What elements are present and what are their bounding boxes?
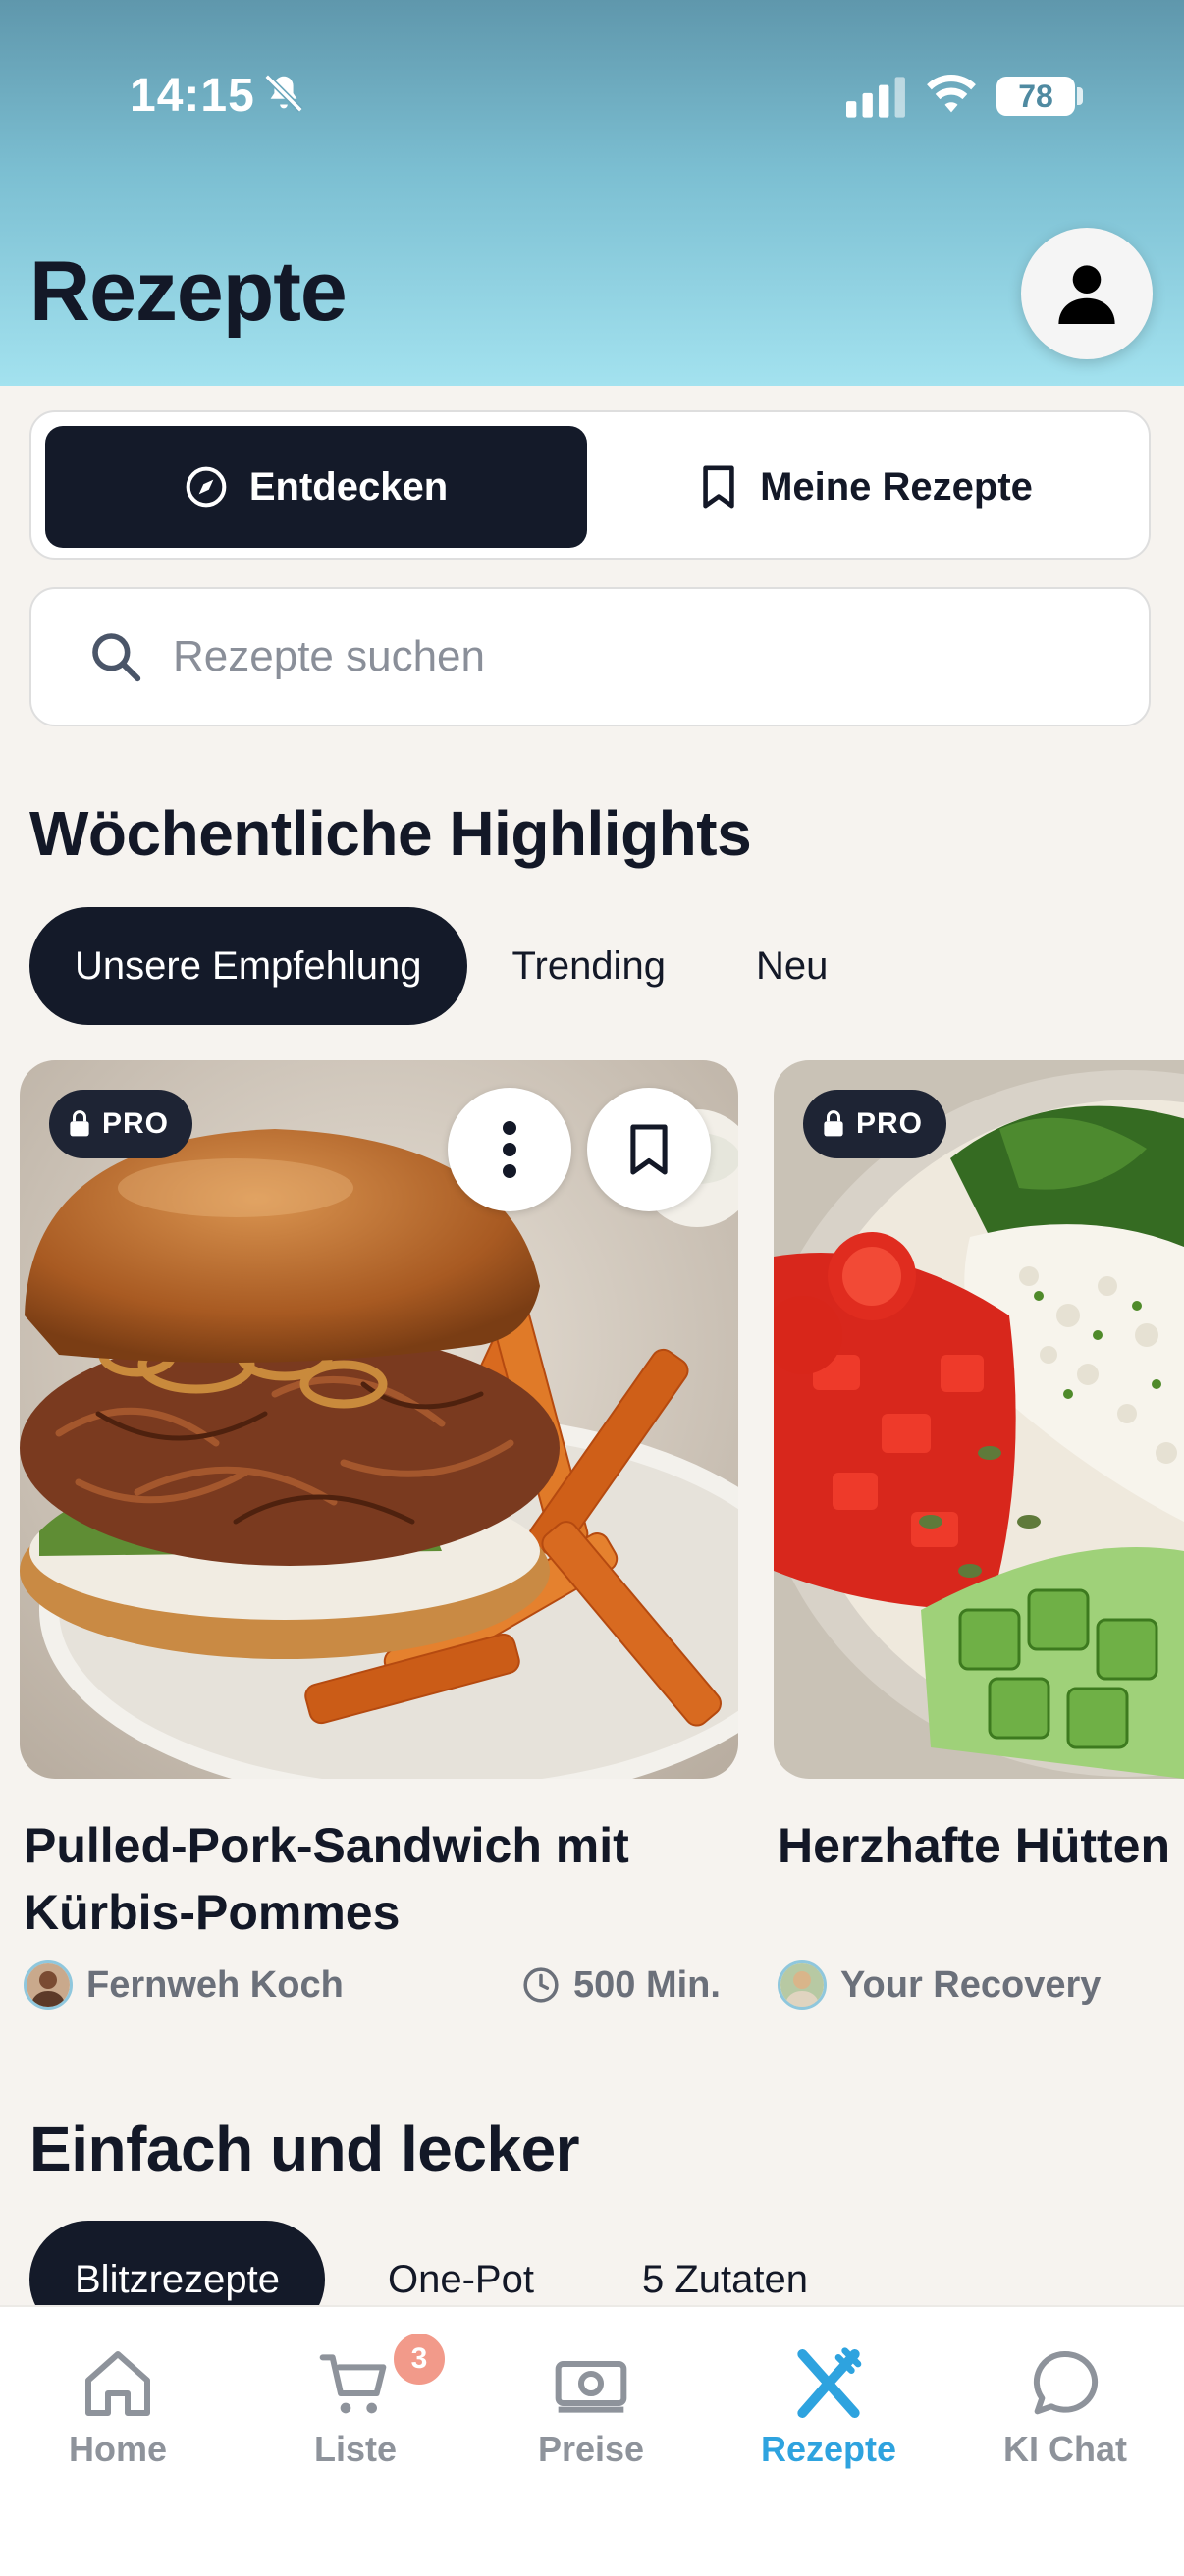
duration-label: 500 Min. [573,1963,721,2006]
author-avatar-image [780,1963,824,2007]
lock-icon [70,1110,89,1137]
tab-discover-label: Entdecken [248,464,449,509]
page-title: Rezepte [29,244,348,339]
view-toggle: Entdecken Meine Rezepte [29,410,1151,560]
chat-bubble-icon [1033,2350,1099,2415]
nav-prices-label: Preise [537,2429,645,2469]
salad-bowl-image [774,1060,1184,1779]
recipe-title-line: Herzhafte Hütten [778,1818,1171,1873]
recipe-title-line: Kürbis-Pommes [24,1885,401,1940]
pro-badge: PRO [49,1090,193,1158]
cart-icon [319,2354,387,2414]
author-name: Your Recovery [840,1963,1102,2006]
nav-home-label: Home [68,2429,168,2469]
search-input[interactable] [171,631,1058,682]
more-options-button[interactable] [448,1088,571,1211]
user-icon [1058,265,1115,324]
clock-icon [523,1967,559,2003]
highlights-title: Wöchentliche Highlights [29,798,752,869]
nav-ai-chat[interactable]: KI Chat [967,2344,1163,2470]
recipe-duration: 500 Min. [522,1959,721,2011]
profile-button[interactable] [1021,228,1153,359]
highlights-tabs: Unsere Empfehlung Trending Neu [29,907,873,1025]
bottom-navigation: Home Liste 3 Preise Rezepte KI Chat [0,2305,1184,2576]
battery-level: 78 [1018,78,1053,114]
easy-section-title: Einfach und lecker [29,2114,580,2184]
pro-badge-label: PRO [856,1107,924,1140]
recipe-author[interactable]: Fernweh Koch [24,1959,344,2011]
tab-my-recipes-label: Meine Rezepte [760,464,1033,509]
status-time: 14:15 [130,70,255,122]
recipe-title-line: Pulled-Pork-Sandwich mit [24,1818,629,1873]
author-avatar-image [27,1963,70,2007]
bell-muted-icon [264,74,303,113]
tab-discover[interactable]: Entdecken [45,426,587,548]
signal-icon [846,77,905,118]
cutlery-icon [797,2347,862,2418]
bookmark-button[interactable] [587,1088,711,1211]
more-vertical-icon [503,1121,516,1178]
search-bar [29,587,1151,726]
author-name: Fernweh Koch [86,1963,344,2006]
recipe-card-image[interactable]: PRO [774,1060,1184,1779]
pro-badge-label: PRO [102,1107,170,1140]
nav-list-label: Liste [313,2429,398,2469]
nav-prices[interactable]: Preise [493,2344,689,2470]
tab-my-recipes[interactable]: Meine Rezepte [595,426,1137,548]
header: 14:15 78 Rezepte [0,0,1184,386]
bookmark-icon [703,465,734,509]
recipe-author[interactable]: Your Recovery [778,1959,1101,2011]
nav-home[interactable]: Home [20,2344,216,2470]
author-avatar [24,1960,73,2010]
pro-badge: PRO [803,1090,947,1158]
recipe-title[interactable]: Pulled-Pork-Sandwich mit Kürbis-Pommes [24,1812,629,1946]
banknote-icon [555,2361,627,2413]
cart-count-badge: 3 [391,2331,448,2388]
author-avatar [778,1960,827,2010]
tab-new[interactable]: Neu [711,907,873,1025]
nav-recipes-label: Rezepte [760,2429,897,2469]
nav-recipes[interactable]: Rezepte [730,2344,927,2470]
recipe-card-image[interactable]: PRO [20,1060,738,1779]
search-icon [92,633,141,682]
battery-indicator: 78 [996,77,1075,116]
recipe-title[interactable]: Herzhafte Hütten [778,1812,1170,1879]
wifi-icon [927,75,976,113]
battery-nub [1077,87,1083,105]
lock-icon [824,1110,843,1137]
bookmark-icon [630,1124,668,1175]
compass-icon [186,466,227,508]
home-icon [85,2351,150,2416]
nav-ai-chat-label: KI Chat [1003,2429,1127,2469]
tab-recommendation[interactable]: Unsere Empfehlung [29,907,467,1025]
tab-trending[interactable]: Trending [467,907,711,1025]
